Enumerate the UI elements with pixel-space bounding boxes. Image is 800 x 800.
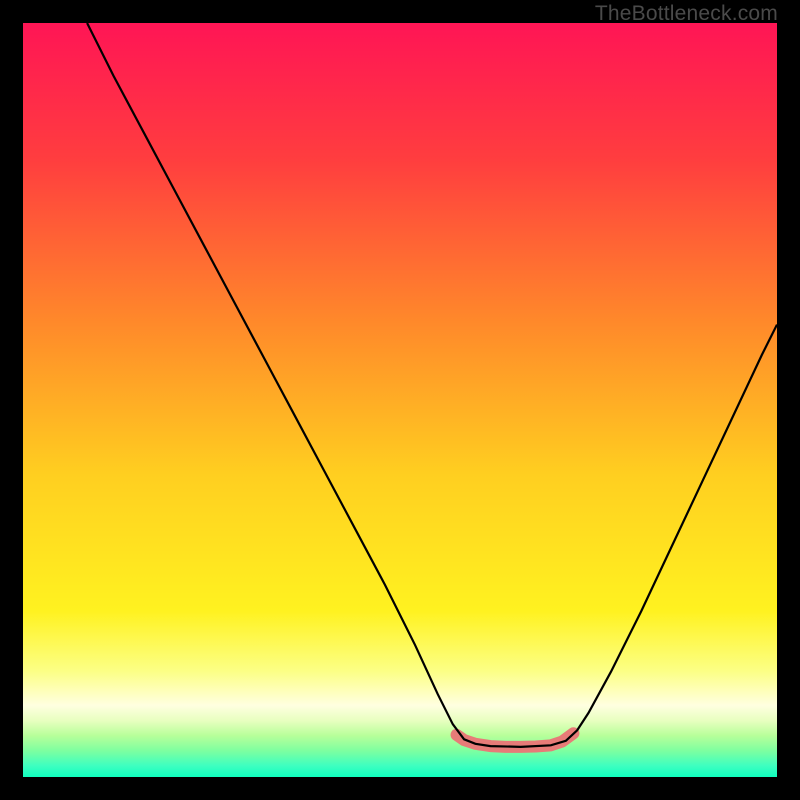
plot-area (23, 23, 777, 777)
chart-frame: TheBottleneck.com (0, 0, 800, 800)
bottleneck-curve-line (87, 23, 777, 747)
chart-lines (23, 23, 777, 777)
watermark-text: TheBottleneck.com (595, 2, 778, 26)
